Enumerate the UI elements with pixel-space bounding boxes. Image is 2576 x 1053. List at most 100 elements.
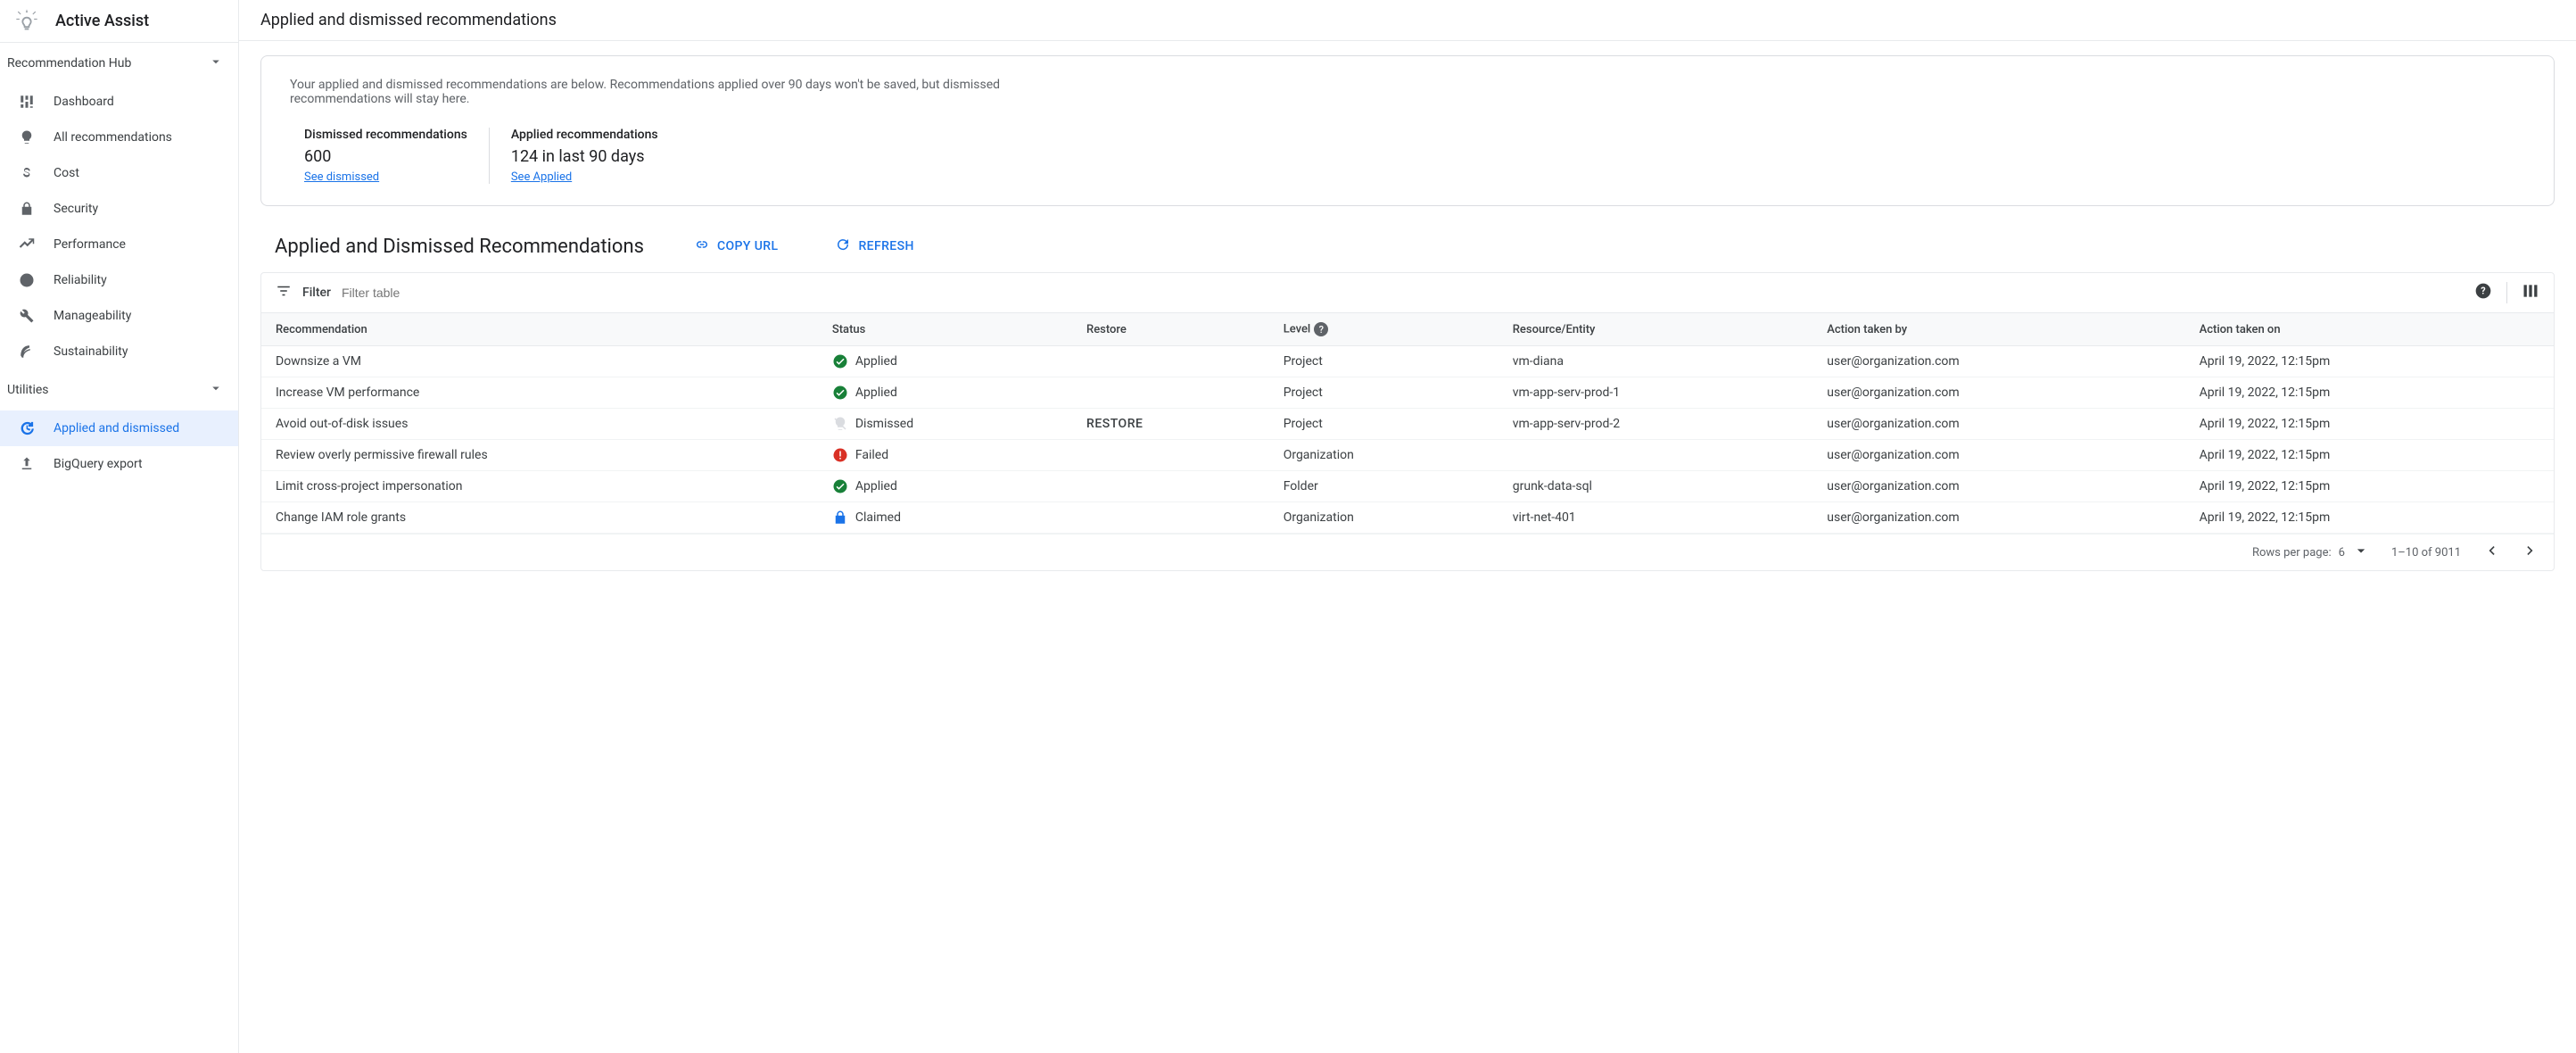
filter-label: Filter	[302, 286, 331, 300]
rows-per-page-label: Rows per page:	[2252, 546, 2332, 560]
lock-icon	[18, 200, 36, 218]
stat-applied-value: 124 in last 90 days	[511, 147, 658, 166]
restore-button[interactable]: RESTORE	[1086, 417, 1143, 431]
cell-action-on: April 19, 2022, 12:15pm	[2185, 471, 2554, 502]
cell-resource: vm-diana	[1499, 346, 1813, 377]
col-action-by[interactable]: Action taken by	[1812, 313, 2184, 346]
sidebar-item-manageability[interactable]: Manageability	[0, 298, 238, 334]
col-level[interactable]: Level?	[1269, 313, 1499, 346]
col-status[interactable]: Status	[818, 313, 1072, 346]
sidebar-item-label: Reliability	[54, 273, 107, 287]
copy-url-button[interactable]: COPY URL	[687, 231, 785, 261]
trend-icon	[18, 236, 36, 253]
stat-dismissed: Dismissed recommendations 600 See dismis…	[290, 128, 489, 184]
app-title: Active Assist	[55, 12, 149, 30]
sidebar-item-applied-dismissed[interactable]: Applied and dismissed	[0, 410, 238, 446]
cell-action-by: user@organization.com	[1812, 502, 2184, 534]
sidebar-item-label: Security	[54, 202, 98, 216]
cell-level: Organization	[1269, 502, 1499, 534]
dashboard-icon	[18, 93, 36, 111]
cell-level: Project	[1269, 377, 1499, 409]
sidebar-item-bigquery-export[interactable]: BigQuery export	[0, 446, 238, 482]
section-title: Applied and Dismissed Recommendations	[275, 236, 644, 258]
see-applied-link[interactable]: See Applied	[511, 170, 572, 184]
cell-level: Folder	[1269, 471, 1499, 502]
status-dismissed-icon	[832, 416, 848, 432]
col-resource[interactable]: Resource/Entity	[1499, 313, 1813, 346]
next-page-button[interactable]	[2522, 542, 2539, 563]
table-row[interactable]: Downsize a VM Applied Project vm-diana u…	[261, 346, 2554, 377]
stat-dismissed-label: Dismissed recommendations	[304, 128, 467, 142]
nav-group-recommendation-hub[interactable]: Recommendation Hub	[0, 43, 238, 84]
refresh-button[interactable]: REFRESH	[828, 231, 921, 261]
cell-status: Failed	[818, 440, 1072, 471]
sidebar-item-security[interactable]: Security	[0, 191, 238, 227]
link-icon	[694, 236, 710, 256]
cell-status: Dismissed	[818, 409, 1072, 440]
cell-action-by: user@organization.com	[1812, 440, 2184, 471]
chevron-down-icon	[208, 380, 224, 400]
sidebar-item-cost[interactable]: Cost	[0, 155, 238, 191]
recommendations-table: Recommendation Status Restore Level? Res…	[261, 313, 2554, 534]
cell-status: Applied	[818, 471, 1072, 502]
cell-action-by: user@organization.com	[1812, 377, 2184, 409]
help-icon[interactable]: ?	[1314, 322, 1328, 336]
sidebar-item-reliability[interactable]: Reliability	[0, 262, 238, 298]
status-failed-icon	[832, 447, 848, 463]
filter-input[interactable]	[342, 286, 2464, 300]
sidebar-item-label: Sustainability	[54, 344, 128, 359]
table-row[interactable]: Avoid out-of-disk issues Dismissed RESTO…	[261, 409, 2554, 440]
nav-group-label: Utilities	[7, 383, 49, 397]
dropdown-icon[interactable]	[2352, 542, 2370, 563]
sidebar-item-dashboard[interactable]: Dashboard	[0, 84, 238, 120]
sidebar-item-sustainability[interactable]: Sustainability	[0, 334, 238, 369]
sidebar-item-performance[interactable]: Performance	[0, 227, 238, 262]
cell-level: Organization	[1269, 440, 1499, 471]
sidebar-item-label: Dashboard	[54, 95, 114, 109]
cell-action-by: user@organization.com	[1812, 409, 2184, 440]
table-row[interactable]: Review overly permissive firewall rules …	[261, 440, 2554, 471]
svg-text:?: ?	[2481, 285, 2485, 296]
wrench-icon	[18, 307, 36, 325]
cell-restore	[1072, 471, 1269, 502]
sidebar-item-all-recs[interactable]: All recommendations	[0, 120, 238, 155]
col-restore[interactable]: Restore	[1072, 313, 1269, 346]
export-icon	[18, 455, 36, 473]
columns-icon[interactable]	[2522, 282, 2539, 303]
status-claimed-icon	[832, 510, 848, 526]
divider	[2506, 282, 2507, 303]
nav-group-utilities[interactable]: Utilities	[0, 369, 238, 410]
cell-recommendation: Change IAM role grants	[261, 502, 818, 534]
cell-recommendation: Limit cross-project impersonation	[261, 471, 818, 502]
paginator: Rows per page: 6 1–10 of 9011	[261, 534, 2554, 570]
see-dismissed-link[interactable]: See dismissed	[304, 170, 379, 184]
cell-level: Project	[1269, 346, 1499, 377]
cell-recommendation: Avoid out-of-disk issues	[261, 409, 818, 440]
table-row[interactable]: Limit cross-project impersonation Applie…	[261, 471, 2554, 502]
sidebar-item-label: All recommendations	[54, 130, 172, 145]
table-row[interactable]: Increase VM performance Applied Project …	[261, 377, 2554, 409]
col-recommendation[interactable]: Recommendation	[261, 313, 818, 346]
cell-restore	[1072, 346, 1269, 377]
history-icon	[18, 419, 36, 437]
prev-page-button[interactable]	[2482, 542, 2500, 563]
cell-resource	[1499, 440, 1813, 471]
cell-action-on: April 19, 2022, 12:15pm	[2185, 409, 2554, 440]
cell-resource: grunk-data-sql	[1499, 471, 1813, 502]
help-icon[interactable]: ?	[2474, 282, 2492, 303]
table-row[interactable]: Change IAM role grants Claimed Organizat…	[261, 502, 2554, 534]
cell-status: Claimed	[818, 502, 1072, 534]
rows-per-page-value[interactable]: 6	[2339, 546, 2345, 560]
cell-recommendation: Downsize a VM	[261, 346, 818, 377]
refresh-label: REFRESH	[858, 239, 913, 253]
status-check-icon	[832, 385, 848, 401]
col-action-on[interactable]: Action taken on	[2185, 313, 2554, 346]
sidebar-item-label: BigQuery export	[54, 457, 143, 471]
cell-action-by: user@organization.com	[1812, 346, 2184, 377]
cell-recommendation: Review overly permissive firewall rules	[261, 440, 818, 471]
cell-restore	[1072, 377, 1269, 409]
cell-action-on: April 19, 2022, 12:15pm	[2185, 346, 2554, 377]
status-check-icon	[832, 353, 848, 369]
chevron-down-icon	[208, 54, 224, 73]
stat-applied: Applied recommendations 124 in last 90 d…	[489, 128, 680, 184]
